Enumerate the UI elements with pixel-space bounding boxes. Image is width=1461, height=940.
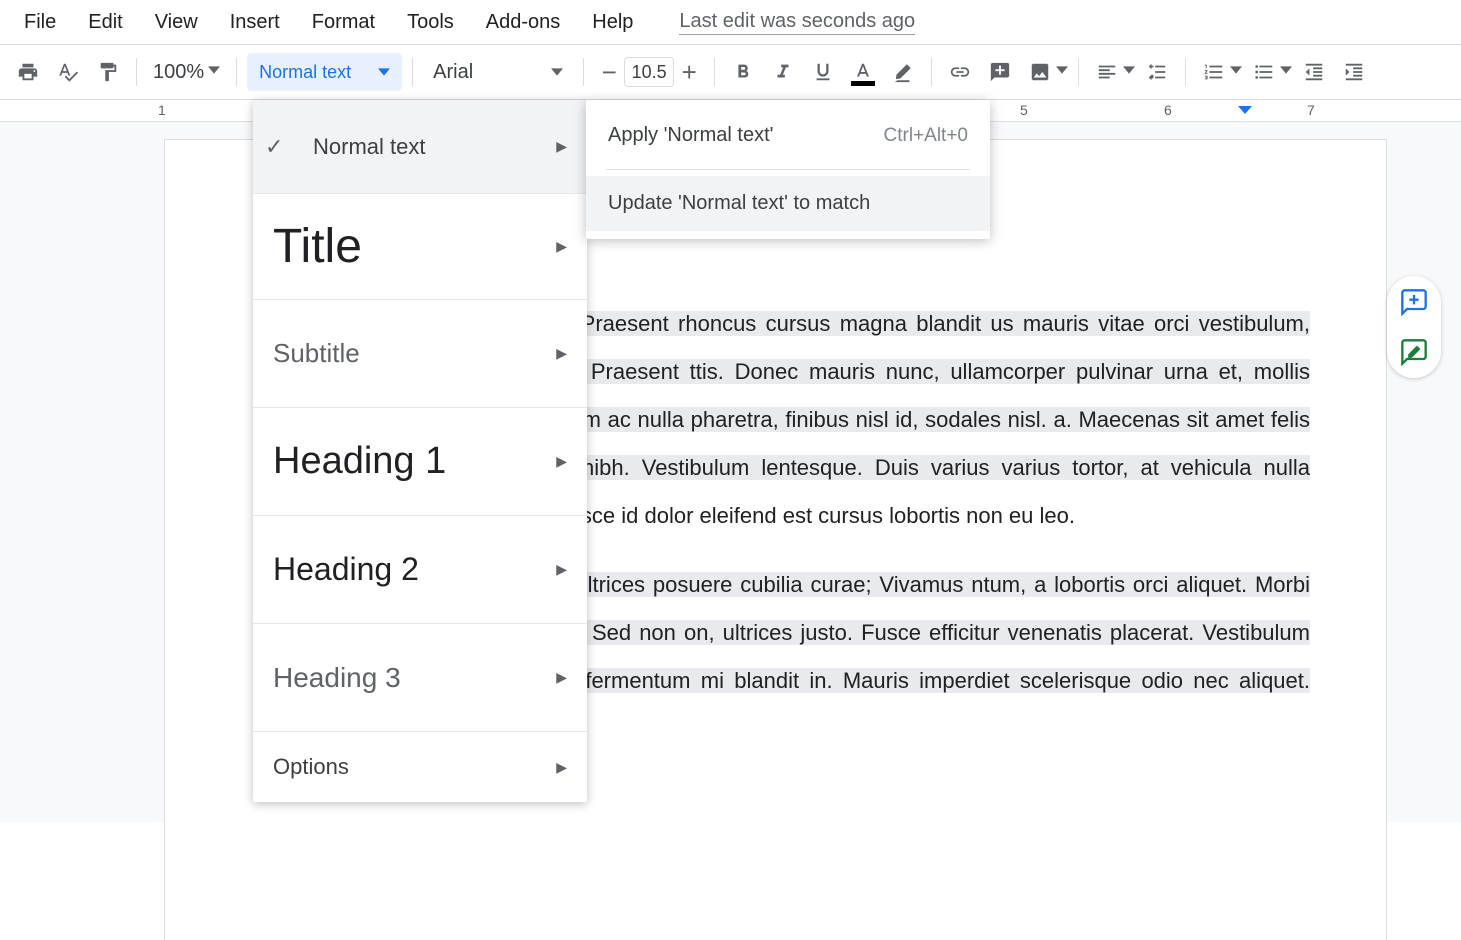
ruler-number: 5 — [1020, 102, 1028, 118]
caret-down-icon[interactable] — [1056, 63, 1068, 81]
menu-bar: File Edit View Insert Format Tools Add-o… — [0, 0, 1461, 44]
check-icon: ✓ — [265, 134, 283, 160]
toolbar: 100% Normal text Arial − + — [0, 45, 1461, 100]
menu-help[interactable]: Help — [576, 5, 649, 40]
floating-actions — [1387, 276, 1441, 378]
ruler-number: 6 — [1164, 102, 1172, 118]
text-color-swatch — [851, 81, 875, 86]
margin-marker-icon[interactable] — [1238, 104, 1252, 121]
separator — [236, 58, 237, 86]
style-option-label: Options — [273, 754, 349, 780]
separator — [136, 58, 137, 86]
chevron-right-icon: ▶ — [556, 759, 567, 776]
style-option-normal-text[interactable]: ✓ Normal text ▶ — [253, 100, 587, 194]
apply-style-button[interactable]: Apply 'Normal text' Ctrl+Alt+0 — [586, 108, 990, 163]
menu-format[interactable]: Format — [296, 5, 391, 40]
paragraph-styles-menu: ✓ Normal text ▶ Title ▶ Subtitle ▶ Headi… — [253, 100, 587, 802]
menu-file[interactable]: File — [8, 5, 72, 40]
paragraph-styles-submenu: Apply 'Normal text' Ctrl+Alt+0 Update 'N… — [586, 100, 990, 239]
style-option-label: Heading 1 — [273, 440, 446, 483]
last-edit-link[interactable]: Last edit was seconds ago — [679, 10, 915, 35]
caret-down-icon[interactable] — [1123, 63, 1135, 81]
style-option-heading-2[interactable]: Heading 2 ▶ — [253, 516, 587, 624]
style-option-heading-3[interactable]: Heading 3 ▶ — [253, 624, 587, 732]
menu-addons[interactable]: Add-ons — [470, 5, 577, 40]
font-size-input[interactable] — [624, 57, 674, 87]
apply-style-label: Apply 'Normal text' — [608, 124, 773, 147]
print-button[interactable] — [10, 54, 46, 90]
caret-down-icon[interactable] — [1280, 63, 1292, 81]
align-button[interactable] — [1089, 54, 1125, 90]
separator — [583, 58, 584, 86]
outdent-button[interactable] — [1296, 54, 1332, 90]
font-size-stepper: − + — [594, 54, 704, 90]
paragraph-styles-select[interactable]: Normal text — [247, 53, 402, 91]
caret-down-icon[interactable] — [1230, 63, 1242, 81]
shortcut-label: Ctrl+Alt+0 — [884, 125, 968, 147]
font-name: Arial — [433, 61, 473, 84]
update-style-button[interactable]: Update 'Normal text' to match — [586, 176, 990, 231]
paint-format-button[interactable] — [90, 54, 126, 90]
chevron-right-icon: ▶ — [556, 138, 567, 155]
indent-button[interactable] — [1336, 54, 1372, 90]
ruler-number: 7 — [1307, 102, 1315, 118]
style-option-label: Normal text — [313, 134, 425, 160]
add-comment-icon[interactable] — [1400, 288, 1428, 316]
separator — [1078, 58, 1079, 86]
underline-button[interactable] — [805, 54, 841, 90]
separator — [714, 58, 715, 86]
line-spacing-button[interactable] — [1139, 54, 1175, 90]
style-option-label: Heading 2 — [273, 551, 419, 588]
menu-edit[interactable]: Edit — [72, 5, 138, 40]
style-option-title[interactable]: Title ▶ — [253, 194, 587, 300]
divider — [606, 169, 970, 170]
decrease-font-size-button[interactable]: − — [594, 54, 624, 90]
bold-button[interactable] — [725, 54, 761, 90]
increase-font-size-button[interactable]: + — [674, 54, 704, 90]
chevron-right-icon: ▶ — [556, 561, 567, 578]
style-option-label: Title — [273, 219, 362, 274]
text-color-button[interactable] — [845, 54, 881, 90]
separator — [412, 58, 413, 86]
chevron-right-icon: ▶ — [556, 453, 567, 470]
chevron-right-icon: ▶ — [556, 669, 567, 686]
caret-down-icon — [378, 66, 390, 78]
add-comment-button[interactable] — [982, 54, 1018, 90]
caret-down-icon — [208, 63, 220, 81]
bulleted-list-button[interactable] — [1246, 54, 1282, 90]
menu-view[interactable]: View — [139, 5, 214, 40]
suggest-edits-icon[interactable] — [1400, 338, 1428, 366]
insert-link-button[interactable] — [942, 54, 978, 90]
separator — [931, 58, 932, 86]
style-option-label: Heading 3 — [273, 662, 401, 694]
font-select[interactable]: Arial — [423, 61, 573, 84]
numbered-list-button[interactable] — [1196, 54, 1232, 90]
menu-tools[interactable]: Tools — [391, 5, 470, 40]
style-option-options[interactable]: Options ▶ — [253, 732, 587, 802]
style-option-heading-1[interactable]: Heading 1 ▶ — [253, 408, 587, 516]
style-option-label: Subtitle — [273, 338, 360, 369]
spellcheck-button[interactable] — [50, 54, 86, 90]
zoom-select[interactable]: 100% — [147, 61, 226, 84]
separator — [1185, 58, 1186, 86]
insert-image-button[interactable] — [1022, 54, 1058, 90]
ruler-number: 1 — [158, 102, 166, 118]
style-option-subtitle[interactable]: Subtitle ▶ — [253, 300, 587, 408]
highlight-color-button[interactable] — [885, 54, 921, 90]
zoom-value: 100% — [153, 61, 204, 84]
update-style-label: Update 'Normal text' to match — [608, 192, 870, 215]
italic-button[interactable] — [765, 54, 801, 90]
chevron-right-icon: ▶ — [556, 345, 567, 362]
chevron-right-icon: ▶ — [556, 238, 567, 255]
paragraph-styles-label: Normal text — [259, 62, 351, 83]
caret-down-icon — [551, 66, 563, 78]
menu-insert[interactable]: Insert — [214, 5, 296, 40]
